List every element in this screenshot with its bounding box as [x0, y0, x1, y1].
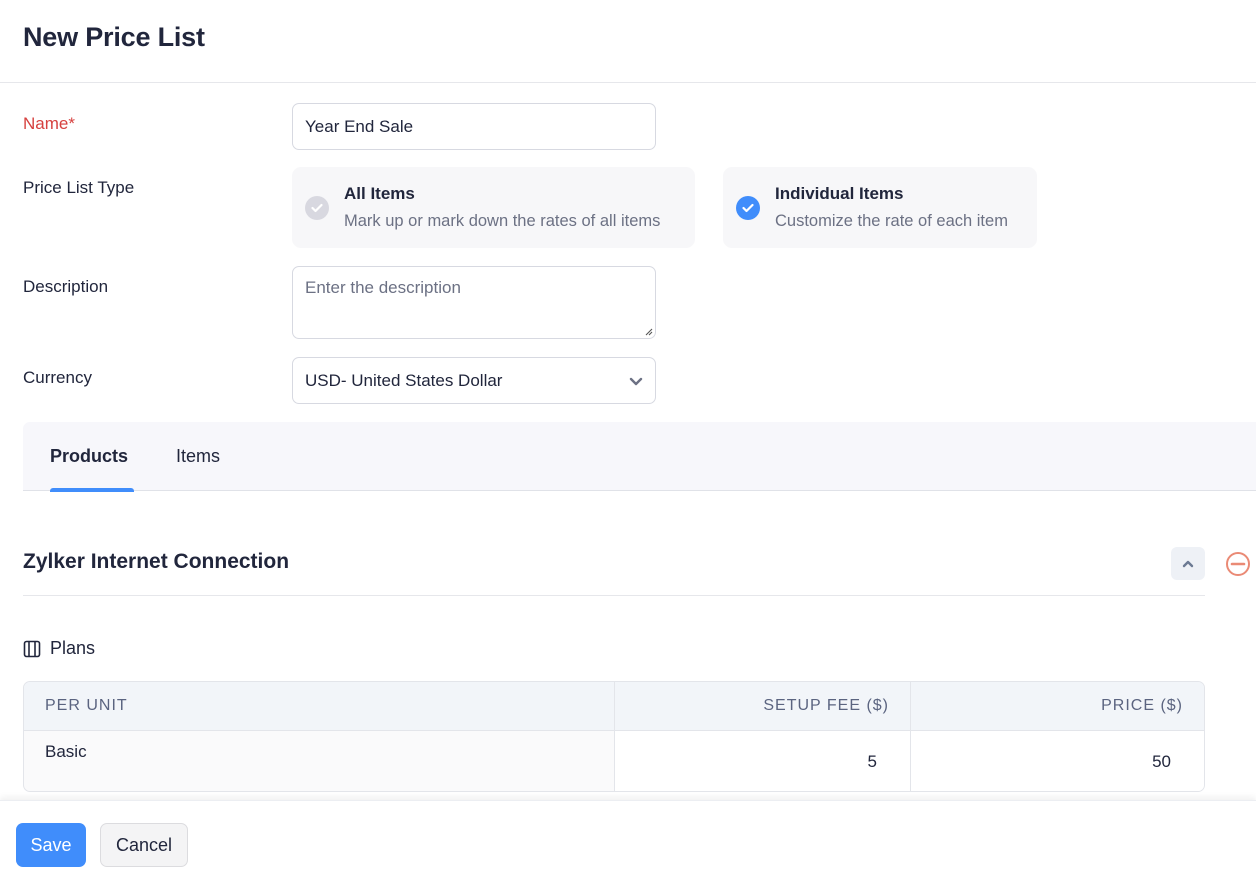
save-button[interactable]: Save [16, 823, 86, 867]
columns-icon [23, 640, 41, 657]
plans-label: Plans [50, 638, 96, 658]
column-header-per-unit: PER UNIT [24, 682, 615, 730]
checked-radio-icon [736, 196, 760, 220]
option-description: Customize the rate of each item [775, 212, 1008, 230]
tab-items[interactable]: Items [176, 422, 220, 490]
chevron-down-icon [629, 377, 643, 386]
name-label: Name* [23, 114, 75, 133]
price-list-type-label: Price List Type [23, 178, 135, 197]
section-divider [23, 595, 1205, 596]
page-header: New Price List [0, 0, 1256, 83]
description-textarea[interactable]: Enter the description [292, 266, 656, 339]
table-row: Basic 5 50 [24, 731, 1204, 791]
option-individual-items[interactable]: Individual Items Customize the rate of e… [723, 167, 1037, 248]
option-all-items[interactable]: All Items Mark up or mark down the rates… [292, 167, 695, 248]
page-title: New Price List [23, 21, 205, 52]
product-name: Zylker Internet Connection [23, 550, 290, 573]
chevron-up-icon [1182, 560, 1194, 567]
tab-bar: Products Items [23, 422, 1256, 492]
currency-select[interactable]: USD- United States Dollar [292, 357, 656, 404]
currency-label: Currency [23, 368, 92, 387]
plans-heading: Plans [23, 638, 95, 659]
currency-value: USD- United States Dollar [305, 370, 503, 390]
collapse-button[interactable] [1171, 547, 1205, 580]
remove-circle-icon[interactable] [1225, 551, 1251, 577]
cancel-button[interactable]: Cancel [100, 823, 188, 867]
option-title: All Items [344, 184, 415, 203]
name-input-value: Year End Sale [305, 116, 414, 136]
option-title: Individual Items [775, 184, 904, 203]
name-input[interactable]: Year End Sale [292, 103, 656, 150]
column-header-setup-fee: SETUP FEE ($) [615, 682, 911, 730]
price-input[interactable]: 50 [911, 731, 1204, 791]
column-header-price: PRICE ($) [1101, 697, 1183, 714]
description-label: Description [23, 277, 109, 296]
option-description: Mark up or mark down the rates of all it… [344, 212, 661, 230]
table-header: PER UNIT SETUP FEE ($) PRICE ($) [24, 682, 1204, 731]
description-placeholder: Enter the description [305, 278, 461, 297]
setup-fee-input[interactable]: 5 [615, 731, 911, 791]
plan-name-cell: Basic [24, 731, 615, 791]
resize-handle-icon[interactable] [643, 326, 653, 336]
tab-products[interactable]: Products [50, 422, 134, 492]
form-footer: Save Cancel [0, 800, 1256, 877]
unchecked-radio-icon [305, 196, 329, 220]
plans-table: PER UNIT SETUP FEE ($) PRICE ($) Basic 5… [23, 681, 1205, 792]
